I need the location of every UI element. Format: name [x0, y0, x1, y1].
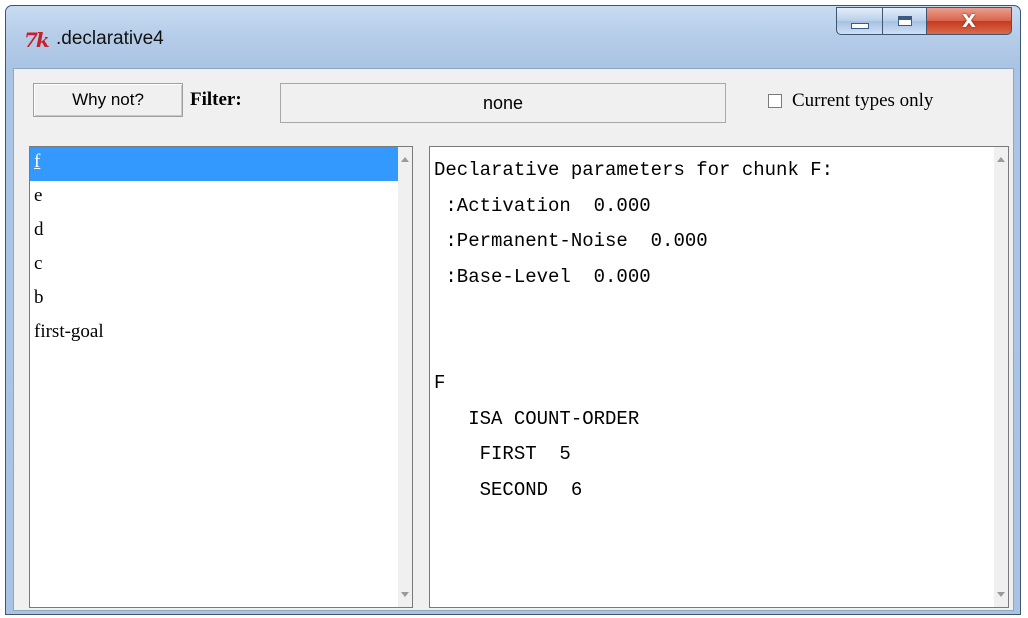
scroll-down-arrow-icon[interactable]	[997, 592, 1005, 597]
chunk-list-item[interactable]: c	[30, 249, 400, 283]
detail-line: :Permanent-Noise 0.000	[434, 230, 708, 252]
chunk-list-item[interactable]: b	[30, 283, 400, 317]
detail-line: FIRST 5	[434, 443, 571, 465]
detail-line: ISA COUNT-ORDER	[434, 407, 640, 430]
chunk-list-scrollbar[interactable]	[398, 147, 412, 607]
chunk-list-item[interactable]: first-goal	[30, 317, 400, 351]
detail-line	[434, 295, 992, 331]
detail-line: :Activation 0.000	[434, 194, 651, 217]
current-types-checkbox[interactable]	[768, 94, 782, 108]
scroll-down-arrow-icon[interactable]	[401, 592, 409, 597]
chunk-list-item[interactable]: f	[30, 147, 400, 181]
filter-label: Filter:	[190, 89, 242, 110]
maximize-icon	[897, 16, 912, 26]
chunk-detail-text[interactable]: Declarative parameters for chunk F: :Act…	[429, 146, 1009, 608]
app-window: 7k .declarative4 X Why not? Filter: none…	[5, 5, 1021, 615]
chunk-list-item[interactable]: e	[30, 181, 400, 215]
minimize-button[interactable]	[836, 7, 882, 35]
detail-line	[434, 331, 992, 367]
window-title: .declarative4	[56, 28, 164, 49]
current-types-toggle[interactable]: Current types only	[768, 90, 933, 112]
why-not-button[interactable]: Why not?	[33, 83, 183, 117]
chunk-list[interactable]: f e d c b first-goal	[29, 146, 413, 608]
current-types-label: Current types only	[792, 90, 934, 111]
minimize-icon	[850, 23, 869, 29]
close-button[interactable]: X	[926, 7, 1012, 35]
detail-line: SECOND 6	[434, 478, 583, 501]
scroll-up-arrow-icon[interactable]	[997, 157, 1005, 162]
caption-buttons: X	[836, 7, 1012, 37]
chunk-detail-content: Declarative parameters for chunk F: :Act…	[434, 153, 992, 508]
detail-line: :Base-Level 0.000	[434, 265, 651, 288]
title-bar[interactable]: 7k .declarative4 X	[6, 6, 1020, 68]
tk-feather-icon: 7k	[24, 28, 50, 52]
client-area: Why not? Filter: none Current types only…	[13, 68, 1014, 611]
filter-field[interactable]: none	[280, 83, 726, 123]
close-icon: X	[962, 10, 976, 32]
scroll-up-arrow-icon[interactable]	[401, 157, 409, 162]
filter-value: none	[482, 92, 524, 113]
chunk-list-item[interactable]: d	[30, 215, 400, 249]
chunk-list-items: f e d c b first-goal	[30, 147, 400, 351]
detail-line: Declarative parameters for chunk F:	[434, 159, 834, 181]
detail-scrollbar[interactable]	[994, 147, 1008, 607]
detail-line: F	[434, 372, 446, 394]
maximize-button[interactable]	[882, 7, 926, 35]
